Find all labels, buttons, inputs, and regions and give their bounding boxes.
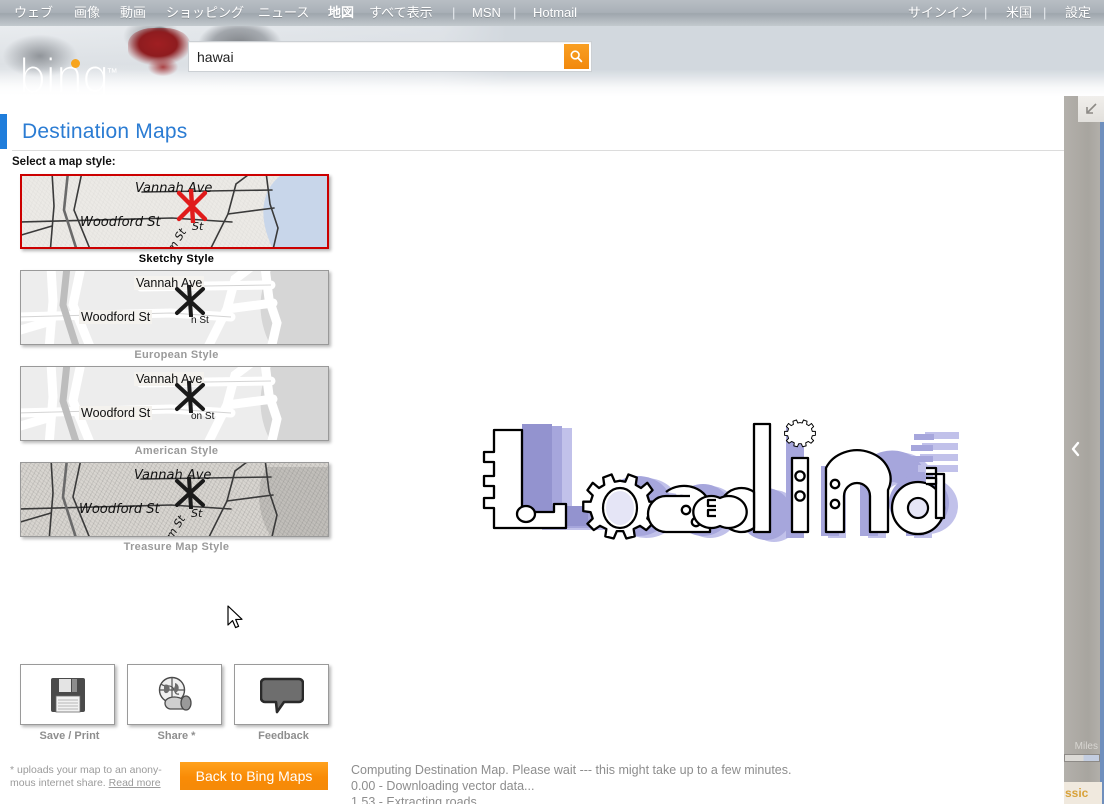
map-style-thumbnail-european[interactable]: Vannah Ave Woodford St n St: [20, 270, 329, 345]
collapse-panel-button[interactable]: [1078, 96, 1104, 122]
nav-item-2[interactable]: 動画: [120, 4, 146, 22]
map-style-option-treasure[interactable]: Vannah Ave Woodford St St m St Treasure Map …: [20, 462, 329, 553]
action-share[interactable]: Share *: [127, 664, 226, 742]
map-style-option-sketchy[interactable]: Vannah Ave Woodford St St m St Sketchy Style: [20, 174, 329, 265]
title-divider-right: [1056, 150, 1064, 151]
trademark-symbol: ™: [106, 66, 118, 79]
nav-right-item-0[interactable]: サインイン: [908, 4, 973, 22]
map-scale-bar-graphic: [1064, 754, 1100, 762]
nav-item-1[interactable]: 画像: [74, 4, 100, 22]
loading-graphic-svg: [482, 419, 959, 542]
loading-o-fill: [606, 491, 634, 525]
status-line: 1.53 - Extracting roads.: [351, 795, 481, 804]
share-footnote: * uploads your map to an anony- mous int…: [10, 764, 165, 790]
nav-item-8[interactable]: Hotmail: [533, 4, 577, 22]
search-box: [188, 41, 592, 72]
nav-item-7[interactable]: MSN: [472, 4, 501, 22]
road-label: Woodford St: [79, 406, 153, 420]
bing-logo-dot: [71, 59, 80, 68]
search-icon: [570, 50, 583, 63]
map-style-thumbnail-sketchy[interactable]: Vannah Ave Woodford St St m St: [20, 174, 329, 249]
search-button[interactable]: [564, 44, 589, 69]
right-sidebar-rail: Miles ssic: [1064, 96, 1104, 804]
bing-logo-text: bing: [18, 50, 109, 96]
nav-item-0[interactable]: ウェブ: [14, 4, 53, 22]
road-label: Woodford St: [79, 502, 160, 517]
action-feedback[interactable]: Feedback: [234, 664, 333, 742]
arrow-down-left-icon: [1086, 103, 1097, 114]
nav-item-4[interactable]: ニュース: [258, 4, 309, 22]
road-label: Woodford St: [80, 215, 161, 230]
road-label: Woodford St: [79, 310, 153, 324]
classic-view-tab[interactable]: ssic: [1064, 782, 1102, 804]
read-more-link[interactable]: Read more: [109, 777, 161, 789]
status-message-list: Computing Destination Map. Please wait -…: [351, 762, 1051, 804]
chevron-left-icon: [1071, 441, 1080, 457]
share-footnote-line2: mous internet share.: [10, 777, 106, 789]
floppy-disk-icon: [50, 677, 85, 712]
app-window: ウェブ 画像 動画 ショッピング ニュース 地図 すべて表示 MSN Hotmail | | サインイ…: [0, 0, 1104, 804]
loading-indicator: [470, 412, 960, 547]
nav-separator-0: |: [452, 5, 456, 20]
map-style-thumbnail-american[interactable]: Vannah Ave Woodford St on St: [20, 366, 329, 441]
action-caption-save-print: Save / Print: [39, 730, 100, 742]
share-button[interactable]: [127, 664, 222, 725]
page-title: Destination Maps: [22, 120, 188, 143]
nav-right-item-2[interactable]: 設定: [1065, 4, 1091, 22]
search-input[interactable]: [189, 42, 557, 71]
map-style-caption-european: European Style: [134, 349, 219, 361]
map-style-option-american[interactable]: Vannah Ave Woodford St on St American Style: [20, 366, 329, 457]
bing-header: bing™: [0, 26, 1104, 96]
speech-bubble-icon: [259, 677, 304, 713]
action-caption-feedback: Feedback: [258, 730, 309, 742]
select-map-style-label: Select a map style:: [12, 156, 116, 168]
header-photo-skier-lower: [146, 56, 180, 78]
nav-item-3[interactable]: ショッピング: [166, 4, 244, 22]
top-navigation-items: ウェブ 画像 動画 ショッピング ニュース 地図 すべて表示 MSN Hotmail | | サインイ…: [0, 0, 1104, 26]
loading-g-fill: [909, 499, 927, 517]
feedback-button[interactable]: [234, 664, 329, 725]
back-to-bing-maps-button[interactable]: Back to Bing Maps: [180, 762, 328, 790]
nav-separator-1: |: [513, 5, 517, 20]
share-footnote-line1: * uploads your map to an anony-: [10, 764, 162, 776]
nav-item-5[interactable]: 地図: [328, 4, 354, 22]
map-scale-bar: Miles: [1064, 741, 1100, 762]
expand-sidebar-button[interactable]: [1068, 436, 1084, 462]
save-print-button[interactable]: [20, 664, 115, 725]
nav-right-separator-1: |: [1043, 5, 1047, 20]
map-scale-label: Miles: [1074, 741, 1098, 752]
map-style-caption-treasure: Treasure Map Style: [123, 541, 230, 553]
bing-logo[interactable]: bing™: [18, 50, 118, 96]
map-style-caption-sketchy: Sketchy Style: [138, 253, 215, 265]
globe-share-icon: [158, 676, 192, 711]
top-navigation-bar: ウェブ 画像 動画 ショッピング ニュース 地図 すべて表示 MSN Hotmail | | サインイ…: [0, 0, 1104, 26]
title-divider: [12, 150, 1064, 151]
action-caption-share: Share *: [157, 730, 196, 742]
map-style-option-european[interactable]: Vannah Ave Woodford St n St European Style: [20, 270, 329, 361]
action-save-print[interactable]: Save / Print: [20, 664, 119, 742]
map-style-thumbnail-treasure[interactable]: Vannah Ave Woodford St St m St: [20, 462, 329, 537]
rail-edge-accent: [1100, 96, 1104, 804]
nav-item-6[interactable]: すべて表示: [369, 4, 433, 22]
nav-right-separator-0: |: [984, 5, 988, 20]
title-accent-bar: [0, 114, 7, 149]
nav-right-item-1[interactable]: 米国: [1006, 4, 1032, 22]
map-style-caption-american: American Style: [134, 445, 219, 457]
status-line: 0.00 - Downloading vector data...: [351, 779, 535, 793]
status-line: Computing Destination Map. Please wait -…: [351, 763, 792, 777]
